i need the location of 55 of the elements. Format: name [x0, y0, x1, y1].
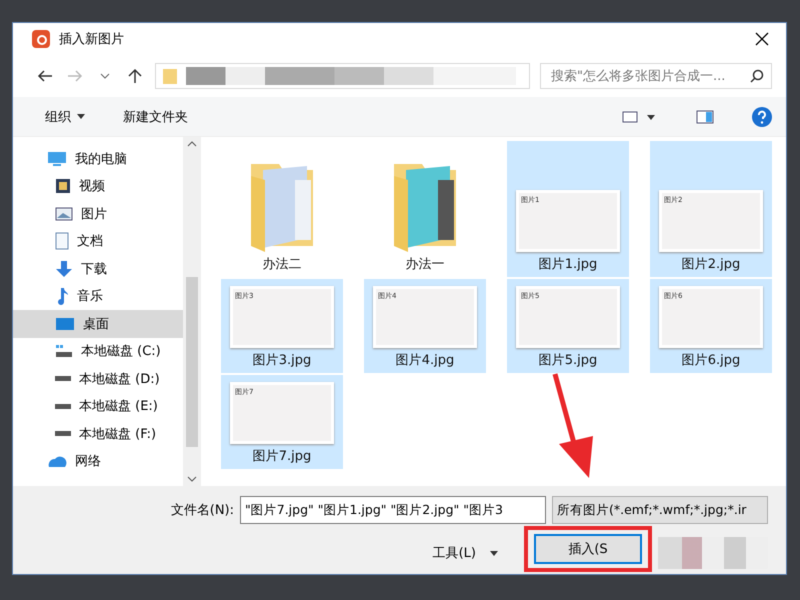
sidebar-item[interactable]: 文档	[13, 228, 183, 255]
sidebar-item[interactable]: 网络	[13, 448, 183, 475]
filename-field[interactable]: "图片7.jpg" "图片1.jpg" "图片2.jpg" "图片3	[240, 496, 546, 524]
sidebar-item[interactable]: 桌面	[13, 310, 183, 338]
sidebar-item[interactable]: 音乐	[13, 282, 183, 310]
window-title: 插入新图片	[59, 31, 125, 48]
drive-icon	[55, 344, 73, 358]
film-icon	[55, 178, 71, 194]
music-note-icon	[55, 287, 69, 306]
address-bar[interactable]	[155, 63, 530, 89]
scrollbar[interactable]	[183, 137, 201, 486]
file-name: 图片6.jpg	[682, 352, 740, 369]
chevron-up-icon	[187, 141, 197, 147]
sidebar-item[interactable]: 本地磁盘 (F:)	[13, 420, 183, 448]
search-icon	[750, 69, 764, 83]
network-icon	[47, 454, 67, 468]
document-icon	[55, 232, 69, 250]
chevron-down-icon	[100, 73, 110, 79]
image-icon	[55, 206, 73, 221]
close-icon	[755, 32, 769, 46]
sidebar-item[interactable]: 本地磁盘 (E:)	[13, 392, 183, 420]
sidebar-item[interactable]: 本地磁盘 (D:)	[13, 365, 183, 392]
monitor-icon	[47, 150, 67, 167]
drive-icon	[55, 404, 71, 409]
drive-icon	[55, 376, 71, 382]
sidebar-item[interactable]: 本地磁盘 (C:)	[13, 338, 183, 365]
sidebar-item[interactable]: 视频	[13, 172, 183, 200]
file-name: 办法一	[406, 256, 444, 273]
tools-dropdown-button[interactable]: 工具(L)	[426, 543, 504, 563]
file-type-dropdown[interactable]: 所有图片(*.emf;*.wmf;*.jpg;*.ir	[552, 496, 768, 524]
search-field[interactable]: 搜索"怎么将多张图片合成一...	[540, 63, 772, 89]
drive-icon	[55, 431, 71, 436]
folder-icon	[162, 67, 178, 85]
organize-menu-button[interactable]: 组织	[43, 106, 87, 128]
download-arrow-icon	[55, 260, 73, 278]
app-logo-icon	[31, 29, 51, 49]
file-name: 图片4.jpg	[396, 352, 454, 369]
chevron-down-icon	[187, 476, 197, 482]
sidebar-item[interactable]: 图片	[13, 200, 183, 228]
sidebar-item[interactable]: 我的电脑	[13, 145, 183, 172]
file-name: 办法二	[262, 256, 302, 273]
file-name: 图片3.jpg	[252, 352, 312, 369]
file-name: 图片7.jpg	[252, 448, 312, 465]
sidebar-item[interactable]: 下载	[13, 255, 183, 282]
preview-pane-button[interactable]	[694, 108, 716, 126]
file-name: 图片5.jpg	[538, 352, 598, 369]
desktop-icon	[55, 316, 75, 331]
new-folder-button[interactable]: 新建文件夹	[121, 106, 190, 128]
insert-button[interactable]: 插入(S	[534, 534, 642, 564]
file-name: 图片2.jpg	[682, 256, 740, 273]
help-button[interactable]	[750, 104, 774, 128]
filename-label: 文件名(N):	[170, 502, 234, 519]
file-name: 图片1.jpg	[538, 256, 598, 273]
caret-icon	[490, 550, 498, 556]
caret-icon	[77, 114, 85, 119]
